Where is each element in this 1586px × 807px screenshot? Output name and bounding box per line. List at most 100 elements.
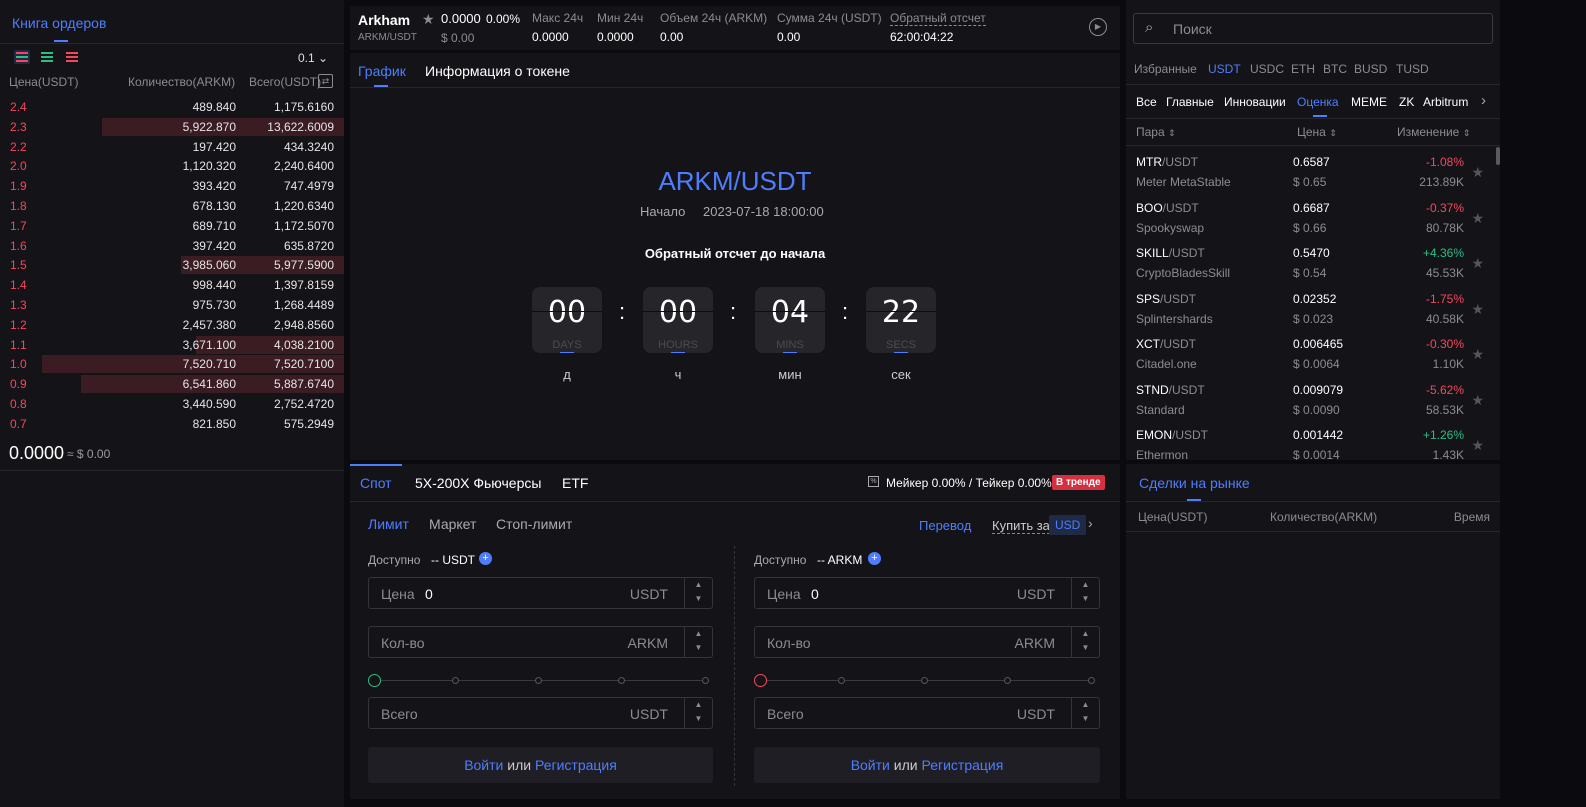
register-link[interactable]: Регистрация	[535, 757, 617, 773]
tab-futures[interactable]: 5X-200X Фьючерсы	[415, 475, 541, 491]
login-link[interactable]: Войти	[464, 757, 503, 773]
quote-tab[interactable]: USDC	[1250, 62, 1284, 76]
transfer-link[interactable]: Перевод	[919, 518, 971, 533]
category-tab[interactable]: Инновации	[1224, 95, 1286, 109]
price-input[interactable]: Цена 0 USDT ▲ ▼	[754, 577, 1100, 609]
tab-token-info[interactable]: Информация о токене	[425, 63, 570, 79]
ask-row[interactable]: 1.9 393.420 747.4979	[0, 176, 344, 196]
slider-mark[interactable]	[1004, 677, 1011, 684]
slider-mark[interactable]	[535, 677, 542, 684]
favorite-star-icon[interactable]: ★	[1471, 346, 1484, 363]
ask-row[interactable]: 2.0 1,120.320 2,240.6400	[0, 156, 344, 176]
col-change[interactable]: Изменение ⇕	[1397, 125, 1470, 139]
stepper-icon[interactable]: ▲ ▼	[1071, 578, 1099, 608]
category-tab[interactable]: MEME	[1351, 95, 1387, 109]
ask-row[interactable]: 2.2 197.420 434.3240	[0, 137, 344, 157]
market-row[interactable]: SKILL/USDT CryptoBladesSkill 0.5470 $ 0.54 +…	[1126, 244, 1496, 289]
category-tab[interactable]: Главные	[1166, 95, 1214, 109]
ask-row[interactable]: 1.5 3,985.060 5,977.5900	[0, 255, 344, 275]
buy-for-label[interactable]: Купить за	[992, 518, 1050, 534]
ask-row[interactable]: 1.7 689.710 1,172.5070	[0, 216, 344, 236]
ask-row[interactable]: 0.8 3,440.590 2,752.4720	[0, 394, 344, 414]
order-type-stop-limit[interactable]: Стоп-лимит	[496, 516, 572, 532]
favorite-star-icon[interactable]: ★	[1471, 392, 1484, 409]
quote-tab[interactable]: USDT	[1208, 62, 1241, 76]
category-tab[interactable]: Arbitrum	[1423, 95, 1468, 109]
total-input[interactable]: Всего USDT ▲ ▼	[754, 697, 1100, 729]
column-settings-icon[interactable]: ⇄	[318, 74, 333, 88]
add-funds-icon[interactable]: +	[479, 552, 492, 565]
quote-tab[interactable]: Избранные	[1134, 62, 1197, 76]
slider-mark[interactable]	[702, 677, 709, 684]
order-type-limit[interactable]: Лимит	[368, 516, 409, 532]
tab-chart[interactable]: График	[358, 63, 406, 79]
add-funds-icon[interactable]: +	[868, 552, 881, 565]
total-input[interactable]: Всего USDT ▲ ▼	[368, 697, 713, 729]
market-row[interactable]: STND/USDT Standard 0.009079 $ 0.0090 -5.62% 5…	[1126, 381, 1496, 426]
ask-row[interactable]: 0.9 6,541.860 5,887.6740	[0, 374, 344, 394]
chevron-right-icon[interactable]: ›	[1088, 515, 1093, 531]
quote-tab[interactable]: BTC	[1323, 62, 1347, 76]
view-bids-icon[interactable]	[39, 50, 55, 64]
market-row[interactable]: BOO/USDT Spookyswap 0.6687 $ 0.66 -0.37% 80.7…	[1126, 199, 1496, 244]
favorite-star-icon[interactable]: ★	[1471, 255, 1484, 272]
precision-select[interactable]: 0.1 ⌄	[298, 51, 328, 65]
order-book-title[interactable]: Книга ордеров	[12, 15, 106, 31]
col-price[interactable]: Цена ⇕	[1297, 125, 1337, 139]
price-input[interactable]: Цена 0 USDT ▲ ▼	[368, 577, 713, 609]
favorite-star-icon[interactable]: ★	[1471, 437, 1484, 454]
favorite-star-icon[interactable]: ★	[422, 11, 435, 28]
favorite-star-icon[interactable]: ★	[1471, 164, 1484, 181]
ask-row[interactable]: 1.6 397.420 635.8720	[0, 236, 344, 256]
quote-tab[interactable]: TUSD	[1396, 62, 1429, 76]
ask-row[interactable]: 1.8 678.130 1,220.6340	[0, 196, 344, 216]
ask-row[interactable]: 1.1 3,671.100 4,038.2100	[0, 335, 344, 355]
ask-row[interactable]: 2.3 5,922.870 13,622.6009	[0, 117, 344, 137]
tab-spot[interactable]: Спот	[360, 475, 392, 491]
percent-slider[interactable]	[754, 674, 1100, 688]
register-link[interactable]: Регистрация	[921, 757, 1003, 773]
favorite-star-icon[interactable]: ★	[1471, 210, 1484, 227]
fee-info[interactable]: Мейкер 0.00% / Тейкер 0.00%	[886, 476, 1052, 490]
view-asks-icon[interactable]	[64, 50, 80, 64]
market-row[interactable]: XCT/USDT Citadel.one 0.006465 $ 0.0064 -0.30…	[1126, 335, 1496, 380]
view-both-icon[interactable]	[14, 50, 30, 64]
category-tab[interactable]: Все	[1136, 95, 1157, 109]
percent-slider[interactable]	[368, 674, 714, 688]
ask-row[interactable]: 2.4 489.840 1,175.6160	[0, 97, 344, 117]
tab-etf[interactable]: ETF	[562, 475, 588, 491]
market-row[interactable]: MTR/USDT Meter MetaStable 0.6587 $ 0.65 -1.0…	[1126, 153, 1496, 198]
quote-tab[interactable]: ETH	[1291, 62, 1315, 76]
slider-handle[interactable]	[754, 674, 767, 687]
play-icon[interactable]: ▶	[1089, 18, 1107, 36]
stepper-icon[interactable]: ▲ ▼	[1071, 698, 1099, 728]
buy-currency[interactable]: USD	[1049, 515, 1087, 535]
category-tab[interactable]: Оценка	[1297, 95, 1339, 109]
slider-mark[interactable]	[1088, 677, 1095, 684]
quantity-input[interactable]: Кол-во ARKM ▲ ▼	[368, 626, 713, 658]
ask-row[interactable]: 0.7 821.850 575.2949	[0, 414, 344, 434]
slider-mark[interactable]	[618, 677, 625, 684]
slider-mark[interactable]	[452, 677, 459, 684]
stepper-icon[interactable]: ▲ ▼	[684, 698, 712, 728]
favorite-star-icon[interactable]: ★	[1471, 301, 1484, 318]
slider-mark[interactable]	[838, 677, 845, 684]
ask-row[interactable]: 1.4 998.440 1,397.8159	[0, 275, 344, 295]
stepper-icon[interactable]: ▲ ▼	[684, 578, 712, 608]
ask-row[interactable]: 1.2 2,457.380 2,948.8560	[0, 315, 344, 335]
trades-title[interactable]: Сделки на рынке	[1139, 475, 1250, 491]
login-link[interactable]: Войти	[851, 757, 890, 773]
scrollbar[interactable]	[1496, 147, 1500, 165]
chevron-right-icon[interactable]: ›	[1481, 92, 1486, 109]
col-pair[interactable]: Пара ⇕	[1136, 125, 1176, 139]
market-row[interactable]: SPS/USDT Splintershards 0.02352 $ 0.023 -1.7…	[1126, 290, 1496, 335]
ask-row[interactable]: 1.3 975.730 1,268.4489	[0, 295, 344, 315]
quote-tab[interactable]: BUSD	[1354, 62, 1387, 76]
slider-handle[interactable]	[368, 674, 381, 687]
ask-row[interactable]: 1.0 7,520.710 7,520.7100	[0, 354, 344, 374]
slider-mark[interactable]	[921, 677, 928, 684]
order-type-market[interactable]: Маркет	[429, 516, 476, 532]
quantity-input[interactable]: Кол-во ARKM ▲ ▼	[754, 626, 1100, 658]
stepper-icon[interactable]: ▲ ▼	[684, 627, 712, 657]
search-input[interactable]: ⌕ Поиск	[1133, 13, 1493, 44]
